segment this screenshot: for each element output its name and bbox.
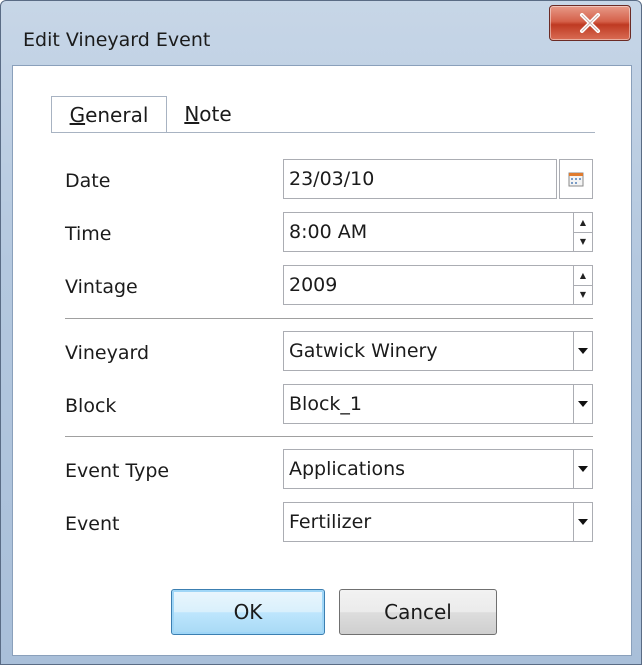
tab-divider xyxy=(51,132,595,133)
close-icon xyxy=(580,13,600,33)
date-value: 23/03/10 xyxy=(289,168,375,190)
block-value: Block_1 xyxy=(289,393,362,415)
event-value: Fertilizer xyxy=(289,511,372,533)
vineyard-label: Vineyard xyxy=(65,342,150,364)
date-field[interactable]: 23/03/10 xyxy=(283,159,557,199)
separator xyxy=(65,436,593,437)
calendar-icon xyxy=(568,172,584,187)
event-label: Event xyxy=(65,513,120,535)
calendar-button[interactable] xyxy=(559,159,593,199)
dialog-window: Edit Vineyard Event General Note Date 23… xyxy=(0,0,642,665)
spin-down-icon[interactable]: ▼ xyxy=(574,231,592,252)
tab-note-label: ote xyxy=(199,102,232,126)
cancel-button[interactable]: Cancel xyxy=(339,589,497,635)
tab-general-accel: G xyxy=(69,102,86,127)
close-button[interactable] xyxy=(549,5,631,41)
window-title: Edit Vineyard Event xyxy=(23,29,211,51)
spin-up-icon[interactable]: ▲ xyxy=(574,266,592,285)
tab-note[interactable]: Note xyxy=(169,96,247,132)
dropdown-arrow-icon[interactable] xyxy=(573,385,592,423)
dialog-content: General Note Date 23/03/10 Time 8:00 AM … xyxy=(12,65,632,656)
date-label: Date xyxy=(65,170,111,192)
block-dropdown[interactable]: Block_1 xyxy=(283,384,593,424)
spin-down-icon[interactable]: ▼ xyxy=(574,284,592,305)
vintage-label: Vintage xyxy=(65,276,138,298)
event-type-label: Event Type xyxy=(65,460,170,482)
time-value: 8:00 AM xyxy=(289,221,368,243)
dropdown-arrow-icon[interactable] xyxy=(573,332,592,370)
dropdown-arrow-icon[interactable] xyxy=(573,503,592,541)
vintage-value: 2009 xyxy=(289,274,338,296)
tab-general-label: eneral xyxy=(85,102,149,127)
vintage-field[interactable]: 2009 ▲ ▼ xyxy=(283,265,593,305)
tab-general[interactable]: General xyxy=(51,96,167,132)
event-dropdown[interactable]: Fertilizer xyxy=(283,502,593,542)
time-spinner[interactable]: ▲ ▼ xyxy=(573,213,592,251)
event-type-value: Applications xyxy=(289,458,406,480)
vintage-spinner[interactable]: ▲ ▼ xyxy=(573,266,592,304)
event-type-dropdown[interactable]: Applications xyxy=(283,449,593,489)
ok-button[interactable]: OK xyxy=(171,589,325,635)
vineyard-value: Gatwick Winery xyxy=(289,340,438,362)
spin-up-icon[interactable]: ▲ xyxy=(574,213,592,232)
separator xyxy=(65,318,593,319)
vineyard-dropdown[interactable]: Gatwick Winery xyxy=(283,331,593,371)
time-field[interactable]: 8:00 AM ▲ ▼ xyxy=(283,212,593,252)
title-bar[interactable]: Edit Vineyard Event xyxy=(1,1,641,65)
dropdown-arrow-icon[interactable] xyxy=(573,450,592,488)
tab-note-accel: N xyxy=(184,102,200,126)
block-label: Block xyxy=(65,395,117,417)
time-label: Time xyxy=(65,223,112,245)
